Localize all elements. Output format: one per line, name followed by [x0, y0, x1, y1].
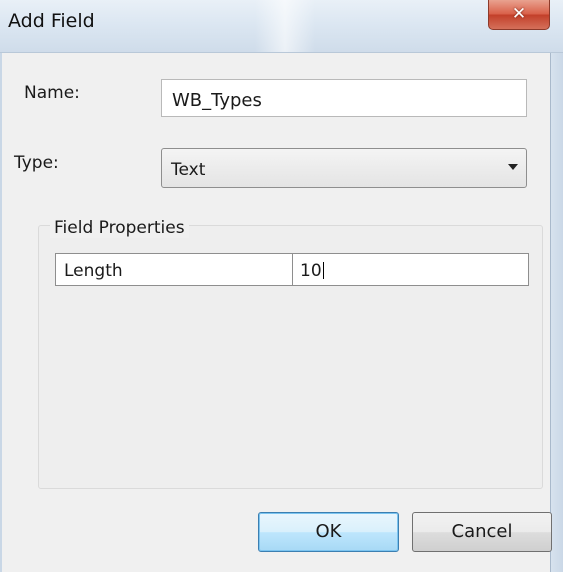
window-frame-right — [550, 53, 563, 572]
type-select-value: Text — [171, 160, 206, 180]
type-label: Type: — [14, 153, 59, 173]
text-caret — [322, 262, 324, 279]
property-row-length: Length 10 — [55, 253, 529, 286]
property-value-text: 10 — [300, 261, 322, 281]
window-frame-left — [0, 53, 2, 572]
chevron-down-icon[interactable] — [508, 164, 518, 170]
name-input[interactable]: WB_Types — [161, 79, 527, 117]
close-icon: ✕ — [511, 4, 527, 24]
title-bar[interactable]: Add Field ✕ — [0, 0, 563, 53]
name-label: Name: — [24, 83, 80, 103]
property-value-input[interactable]: 10 — [294, 254, 528, 285]
type-select[interactable]: Text — [161, 148, 527, 188]
close-button[interactable]: ✕ — [488, 0, 550, 30]
property-key: Length — [56, 254, 293, 285]
title-bar-glow — [255, 0, 315, 52]
ok-button[interactable]: OK — [258, 512, 399, 552]
field-properties-label: Field Properties — [50, 218, 189, 238]
cancel-button[interactable]: Cancel — [412, 512, 552, 552]
dialog-title: Add Field — [8, 10, 95, 32]
